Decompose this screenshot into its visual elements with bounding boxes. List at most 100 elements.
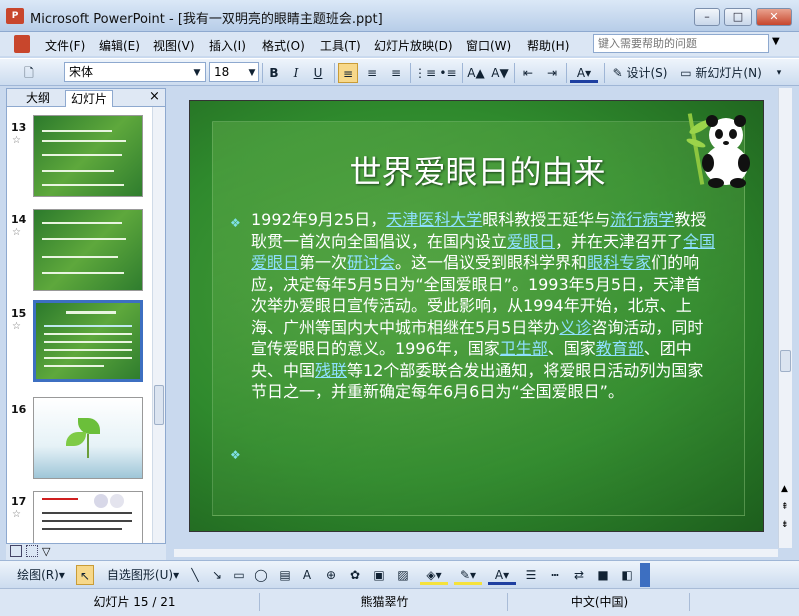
hyperlink[interactable]: 卫生部 (500, 339, 548, 358)
document-icon[interactable] (14, 35, 30, 53)
hyperlink[interactable]: 教育部 (596, 339, 644, 358)
help-search-input[interactable] (593, 34, 769, 53)
dash-style-icon[interactable]: ┅ (546, 565, 564, 585)
font-color-draw-icon[interactable]: A▾ (488, 565, 516, 585)
formatting-toolbar: 🗋 宋体 ▼ 18 ▼ B I U ≡ ≡ ≡ ⋮≡ •≡ A▲ A▼ ⇤ ⇥ … (0, 58, 799, 86)
slide-thumbnail-14[interactable] (33, 209, 143, 291)
hyperlink[interactable]: 天津医科大学 (386, 210, 482, 229)
transition-star-icon: ☆ (12, 135, 21, 146)
drawing-toolbar: 绘图(R)▾ ↖ 自选图形(U)▾ ╲ ↘ ▭ ◯ ▤ A ⊕ ✿ ▣ ▨ ◈▾… (0, 560, 799, 588)
rectangle-icon[interactable]: ▭ (230, 565, 248, 585)
close-button[interactable]: ✕ (756, 8, 792, 26)
hyperlink[interactable]: 残联 (315, 361, 347, 380)
powerpoint-icon[interactable]: P (6, 8, 24, 24)
menu-view[interactable]: 视图(V) (153, 37, 195, 54)
hyperlink[interactable]: 义诊 (559, 318, 591, 337)
line-style-icon[interactable]: ☰ (522, 565, 540, 585)
body-text-segment: 。这一倡议受到眼科学界和 (395, 253, 588, 272)
autoshapes-button[interactable]: 自选图形(U)▾ (104, 565, 182, 585)
scroll-up-icon[interactable]: ▲ (781, 484, 788, 494)
transition-star-icon: ☆ (12, 321, 21, 332)
oval-icon[interactable]: ◯ (252, 565, 270, 585)
menu-format[interactable]: 格式(O) (262, 37, 305, 54)
slide-canvas[interactable]: 世界爱眼日的由来 ❖ 1992年9月25日，天津医科大学眼科教授王延华与流行病学… (189, 100, 764, 532)
draw-menu-button[interactable]: 绘图(R)▾ (10, 565, 72, 585)
line-color-icon[interactable]: ✎▾ (454, 565, 482, 585)
normal-view-icon[interactable] (10, 545, 22, 557)
font-color-icon[interactable]: A▾ (570, 63, 598, 83)
toolbar-options-icon[interactable]: ▾ (772, 63, 786, 83)
align-right-icon[interactable]: ≡ (386, 63, 406, 83)
align-left-icon[interactable]: ≡ (338, 63, 358, 83)
menu-window[interactable]: 窗口(W) (466, 37, 511, 54)
line-icon[interactable]: ╲ (186, 565, 204, 585)
minimize-button[interactable]: – (694, 8, 720, 26)
slide-thumbnail-15[interactable] (33, 300, 143, 382)
design-button[interactable]: ✎ 设计(S) (608, 63, 672, 83)
scroll-thumb[interactable] (154, 385, 164, 425)
decrease-font-icon[interactable]: A▼ (490, 63, 510, 83)
maximize-button[interactable]: □ (724, 8, 752, 26)
fill-color-icon[interactable]: ◈▾ (420, 565, 448, 585)
italic-button[interactable]: I (286, 63, 306, 83)
slideshow-icon[interactable]: ▽ (42, 545, 50, 558)
new-document-icon[interactable]: 🗋 (18, 63, 40, 83)
chevron-down-icon[interactable]: ▼ (772, 36, 780, 47)
tab-outline[interactable]: 大纲 (21, 90, 55, 107)
thumbnail-list: 13 ☆ 14 ☆ 15 ☆ 16 17 ☆ (7, 107, 151, 543)
3d-style-icon[interactable]: ◧ (618, 565, 636, 585)
textbox-icon[interactable]: ▤ (276, 565, 294, 585)
menu-file[interactable]: 文件(F) (45, 37, 85, 54)
arrow-style-icon[interactable]: ⇄ (570, 565, 588, 585)
hyperlink[interactable]: 流行病学 (610, 210, 674, 229)
shadow-style-icon[interactable]: ■ (594, 565, 612, 585)
bullet-icon: ❖ (230, 448, 241, 462)
picture-icon[interactable]: ▣ (370, 565, 388, 585)
slide-horizontal-scrollbar[interactable] (174, 549, 778, 557)
wordart-icon[interactable]: A (298, 565, 316, 585)
new-slide-button[interactable]: ▭ 新幻灯片(N) (676, 63, 766, 83)
menu-help[interactable]: 帮助(H) (527, 37, 569, 54)
slide-thumbnail-16[interactable] (33, 397, 143, 479)
thumbnail-number: 13 (11, 121, 27, 134)
increase-font-icon[interactable]: A▲ (466, 63, 486, 83)
menu-tools[interactable]: 工具(T) (320, 37, 361, 54)
menu-edit[interactable]: 编辑(E) (99, 37, 140, 54)
numbered-list-icon[interactable]: ⋮≡ (414, 63, 436, 83)
arrow-icon[interactable]: ↘ (208, 565, 226, 585)
size-dropdown-icon[interactable]: ▼ (246, 63, 258, 83)
slide-body-text[interactable]: 1992年9月25日，天津医科大学眼科教授王延华与流行病学教授耿贯一首次向全国倡… (251, 209, 716, 403)
insert-image-icon[interactable]: ▨ (394, 565, 412, 585)
align-center-icon[interactable]: ≡ (362, 63, 382, 83)
toolbar-overflow-icon[interactable] (640, 563, 650, 587)
menu-slideshow[interactable]: 幻灯片放映(D) (374, 37, 453, 54)
slide-thumbnail-17[interactable] (33, 491, 143, 543)
scroll-thumb[interactable] (780, 350, 791, 372)
slide-title[interactable]: 世界爱眼日的由来 (190, 147, 765, 193)
hyperlink[interactable]: 眼科专家 (587, 253, 651, 272)
clipart-icon[interactable]: ✿ (346, 565, 364, 585)
close-icon[interactable]: × (149, 89, 160, 104)
tab-slides[interactable]: 幻灯片 (65, 90, 114, 107)
hyperlink[interactable]: 研讨会 (347, 253, 395, 272)
menu-insert[interactable]: 插入(I) (209, 37, 246, 54)
new-slide-label: 新幻灯片(N) (695, 66, 762, 80)
next-slide-icon[interactable]: ⇟ (781, 520, 789, 530)
select-pointer-icon[interactable]: ↖ (76, 565, 94, 585)
thumbnail-scrollbar[interactable] (152, 107, 165, 543)
transition-star-icon: ☆ (12, 227, 21, 238)
design-template-name: 熊猫翠竹 (262, 593, 508, 611)
previous-slide-icon[interactable]: ⇞ (781, 502, 789, 512)
bold-button[interactable]: B (264, 63, 284, 83)
underline-button[interactable]: U (308, 63, 328, 83)
slide-thumbnail-13[interactable] (33, 115, 143, 197)
font-dropdown-icon[interactable]: ▼ (190, 63, 204, 83)
diagram-icon[interactable]: ⊕ (322, 565, 340, 585)
slide-sorter-icon[interactable] (26, 545, 38, 557)
increase-indent-icon[interactable]: ⇥ (542, 63, 562, 83)
hyperlink[interactable]: 爱眼日 (507, 232, 555, 251)
slide-vertical-scrollbar[interactable]: ▲ ⇞ ⇟ (778, 88, 792, 548)
decrease-indent-icon[interactable]: ⇤ (518, 63, 538, 83)
bullet-list-icon[interactable]: •≡ (438, 63, 458, 83)
font-name-select[interactable]: 宋体 (64, 62, 206, 82)
